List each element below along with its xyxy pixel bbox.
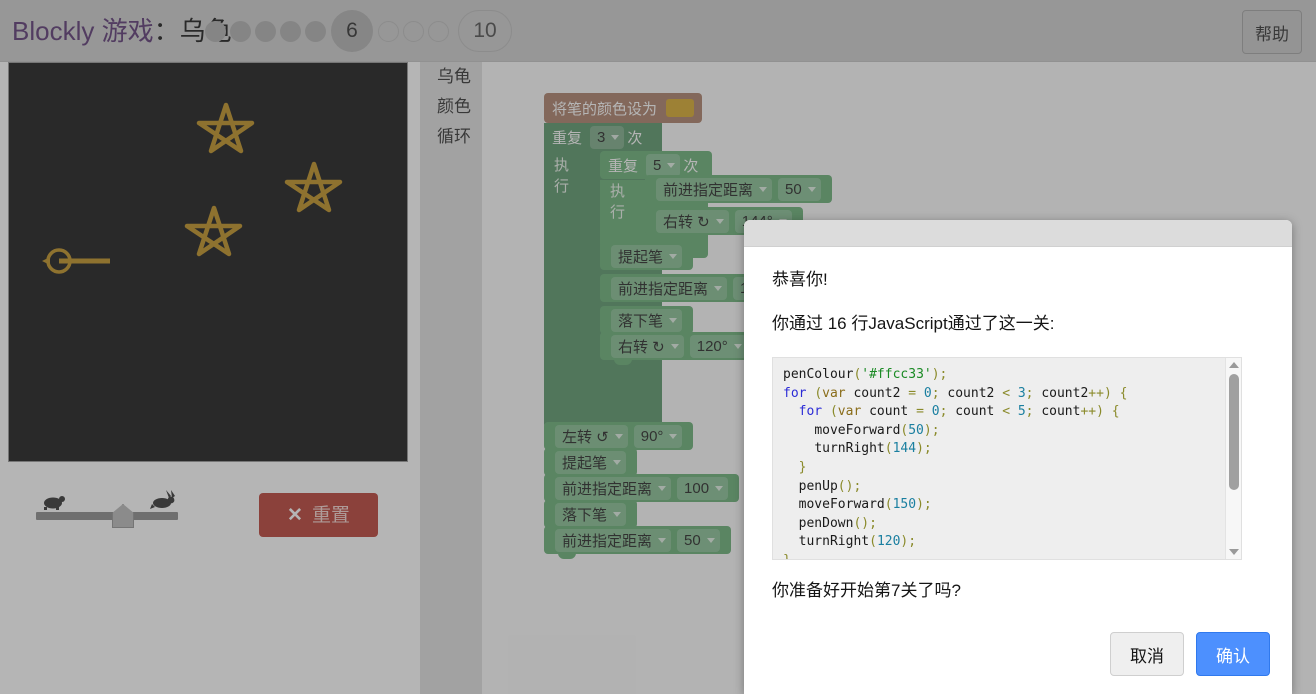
- generated-code-text: penColour('#ffcc33'); for (var count2 = …: [783, 367, 1128, 559]
- generated-code-panel[interactable]: penColour('#ffcc33'); for (var count2 = …: [772, 357, 1242, 560]
- dialog-congrats-text: 恭喜你!: [772, 270, 828, 289]
- code-scrollbar[interactable]: [1225, 358, 1241, 559]
- dialog-summary-text: 你通过 16 行JavaScript通过了这一关:: [772, 314, 1055, 333]
- confirm-button[interactable]: 确认: [1196, 632, 1270, 676]
- cancel-button[interactable]: 取消: [1110, 632, 1184, 676]
- scroll-up-icon[interactable]: [1229, 362, 1239, 368]
- dialog-ready-prompt: 你准备好开始第7关了吗?: [772, 581, 961, 600]
- dialog-body: 恭喜你! 你通过 16 行JavaScript通过了这一关: penColour…: [744, 247, 1292, 602]
- scroll-down-icon[interactable]: [1229, 549, 1239, 555]
- dialog-button-row: 取消 确认: [1110, 632, 1270, 676]
- dialog-titlebar: [744, 220, 1292, 247]
- scrollbar-thumb[interactable]: [1229, 374, 1239, 490]
- level-complete-dialog: 恭喜你! 你通过 16 行JavaScript通过了这一关: penColour…: [744, 220, 1292, 694]
